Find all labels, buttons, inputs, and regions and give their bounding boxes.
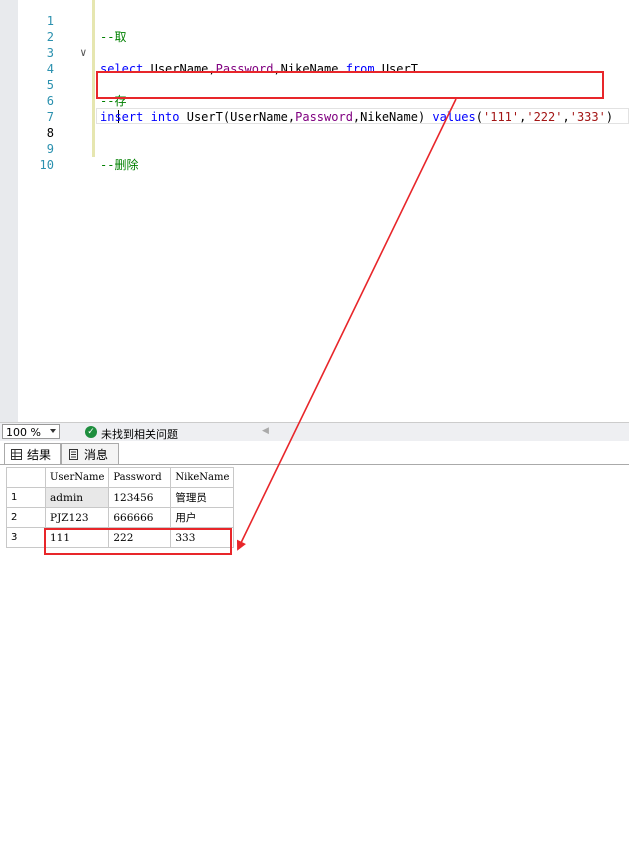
annotation-arrow (236, 98, 457, 551)
